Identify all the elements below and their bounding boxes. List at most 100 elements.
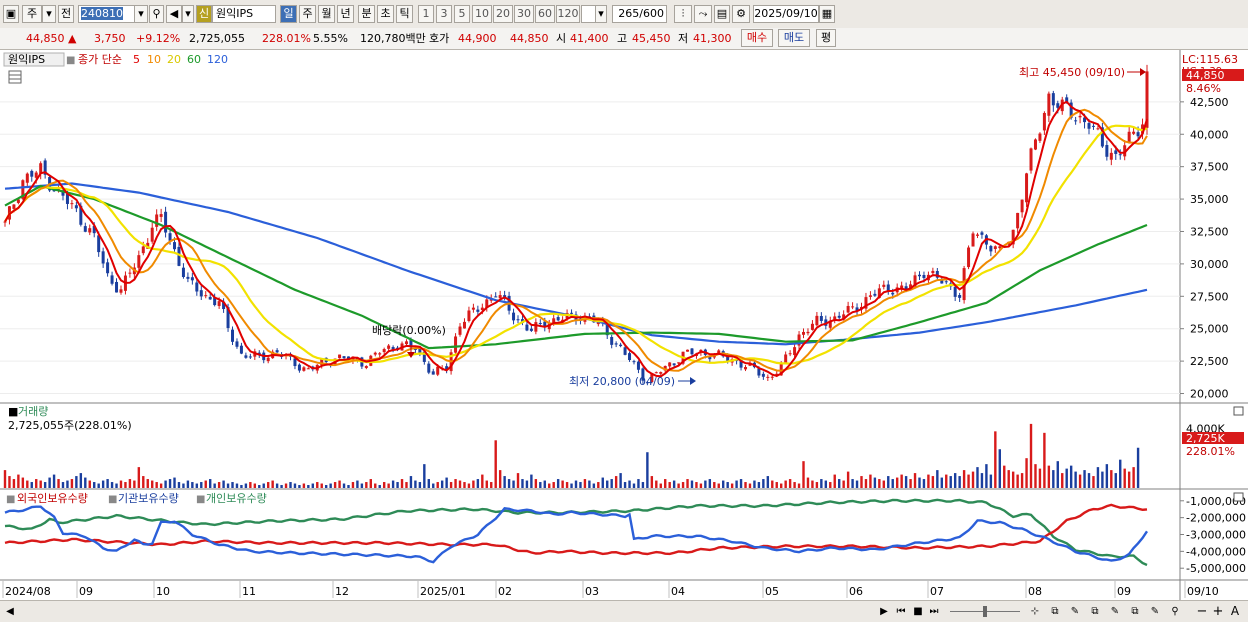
- chevron-down-icon[interactable]: ▾: [42, 5, 56, 23]
- volume-bar: [1029, 423, 1033, 488]
- candle-body: [494, 296, 498, 298]
- current-price-label: 44,850: [1186, 69, 1225, 82]
- volume-bar: [387, 483, 390, 488]
- volume-bar: [316, 482, 319, 488]
- holdings-close-icon[interactable]: [1233, 492, 1244, 502]
- interval-dropdown-icon[interactable]: ▾: [595, 5, 607, 23]
- magnifier-icon[interactable]: ⚲: [1168, 604, 1182, 619]
- candle-body: [538, 322, 542, 324]
- volume-bar: [1123, 468, 1126, 488]
- table-icon[interactable]: [8, 70, 22, 84]
- volume-bar: [1038, 468, 1042, 488]
- trade-amount: 120,780백만: [360, 32, 426, 45]
- volume-bar: [699, 483, 703, 488]
- candle-body: [199, 290, 203, 297]
- foreign-legend: 외국인보유수량: [17, 492, 88, 505]
- volume-bar: [722, 480, 725, 488]
- sell-button[interactable]: 매도: [778, 29, 810, 47]
- count-field[interactable]: 265/600: [612, 5, 667, 23]
- volume-bar: [182, 483, 185, 488]
- interval-20[interactable]: 20: [493, 5, 513, 23]
- volume-badge-label: 2,725K: [1186, 432, 1225, 445]
- volume-bar: [106, 479, 109, 488]
- zoom-slider-handle[interactable]: [983, 606, 987, 617]
- link-icon[interactable]: ⧉: [1048, 604, 1062, 619]
- tab-second[interactable]: 초: [377, 5, 394, 23]
- prev-button[interactable]: 전: [58, 5, 74, 23]
- tab-month[interactable]: 월: [318, 5, 335, 23]
- calendar-icon[interactable]: ▦: [819, 5, 835, 23]
- interval-30[interactable]: 30: [514, 5, 534, 23]
- draw-icon-3[interactable]: ✎: [1148, 604, 1162, 619]
- volume-bar: [753, 480, 756, 488]
- volume-close-icon[interactable]: [1233, 406, 1244, 416]
- tab-week[interactable]: 주: [299, 5, 316, 23]
- forward-icon[interactable]: ⏭: [928, 604, 940, 619]
- volume-bar: [351, 482, 355, 488]
- save-icon[interactable]: ▤: [714, 5, 730, 23]
- interval-120[interactable]: 120: [556, 5, 580, 23]
- interval-3[interactable]: 3: [436, 5, 452, 23]
- volume-bar: [409, 476, 413, 488]
- candle-body: [387, 345, 391, 349]
- candle-body: [235, 341, 239, 347]
- crosshair-icon[interactable]: ⊹: [1028, 604, 1042, 619]
- volume-bar: [730, 483, 734, 488]
- stock-name-field[interactable]: 원익IPS: [212, 5, 276, 23]
- search-icon[interactable]: ⚲: [149, 5, 164, 23]
- scrollbar[interactable]: ◀ ▶ ⏮ ■ ⏭ ⊹ ⧉ ✎ ⧉ ✎ ⧉ ✎ ⚲ − + A: [0, 600, 1248, 622]
- draw-icon-2[interactable]: ✎: [1108, 604, 1122, 619]
- rewind-icon[interactable]: ⏮: [895, 604, 907, 619]
- tab-year[interactable]: 년: [337, 5, 354, 23]
- volume-bar: [57, 479, 60, 488]
- chevron-down-icon-2[interactable]: ▾: [182, 5, 194, 23]
- tab-tick-label: 틱: [399, 7, 410, 20]
- volume-bar: [21, 477, 25, 488]
- volume-bar: [52, 474, 56, 488]
- candle-body: [364, 366, 368, 368]
- zoom-out-button[interactable]: −: [1196, 604, 1208, 619]
- code-input[interactable]: 240810: [78, 5, 136, 23]
- candle-body: [917, 274, 921, 277]
- scroll-left-icon[interactable]: ◀: [4, 604, 16, 619]
- candle-body: [150, 227, 154, 242]
- volume-bar: [606, 480, 609, 488]
- volume-bar: [820, 479, 823, 488]
- price-tick-label: 35,000: [1190, 193, 1229, 206]
- indicator-icon[interactable]: ⤳: [694, 5, 712, 23]
- interval-60[interactable]: 60: [535, 5, 555, 23]
- date-field[interactable]: 2025/09/10: [753, 5, 819, 23]
- layout-icon[interactable]: ▣: [3, 5, 19, 23]
- interval-5[interactable]: 5: [454, 5, 470, 23]
- candle-body: [672, 363, 676, 366]
- tab-tick[interactable]: 틱: [396, 5, 413, 23]
- volume-bar: [793, 482, 796, 488]
- interval-1[interactable]: 1: [418, 5, 434, 23]
- buy-button[interactable]: 매수: [741, 29, 773, 47]
- speaker-icon[interactable]: ◀: [166, 5, 182, 23]
- scroll-right-icon[interactable]: ▶: [878, 604, 890, 619]
- tab-minute[interactable]: 분: [358, 5, 375, 23]
- interval-10[interactable]: 10: [472, 5, 492, 23]
- link-icon-3[interactable]: ⧉: [1128, 604, 1142, 619]
- chart-area[interactable]: 20,000 22,500 25,000 27,500 30,000 32,500 35,0…: [0, 50, 1248, 600]
- stop-icon[interactable]: ■: [912, 604, 924, 619]
- zoom-in-button[interactable]: +: [1212, 604, 1224, 619]
- volume-bar: [333, 482, 337, 488]
- candle-body: [659, 372, 663, 374]
- volume-bar: [88, 480, 91, 488]
- code-dropdown-icon[interactable]: ▾: [134, 5, 148, 23]
- candle-body: [1051, 93, 1055, 106]
- volume-bar: [869, 474, 872, 488]
- volume-bar: [155, 482, 158, 488]
- auto-button[interactable]: A: [1228, 604, 1242, 619]
- draw-icon[interactable]: ✎: [1068, 604, 1082, 619]
- period-select[interactable]: 주: [22, 5, 42, 23]
- eval-button[interactable]: 평: [816, 29, 836, 47]
- gear-icon[interactable]: ⚙: [732, 5, 750, 23]
- volume-bar: [159, 483, 163, 488]
- volume-bar: [735, 480, 738, 488]
- tab-day[interactable]: 일: [280, 5, 297, 23]
- candle-icon[interactable]: ⫶: [674, 5, 692, 23]
- link-icon-2[interactable]: ⧉: [1088, 604, 1102, 619]
